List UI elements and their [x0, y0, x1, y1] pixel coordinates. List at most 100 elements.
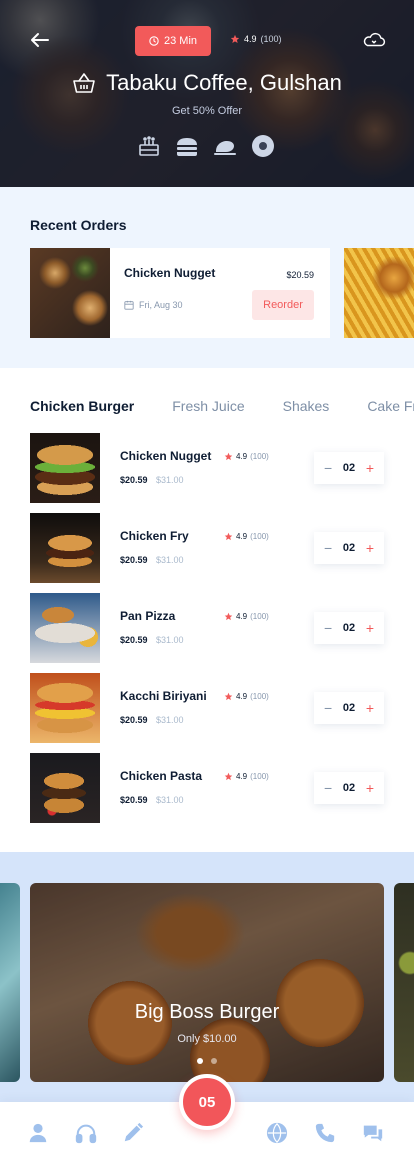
cloud-icon[interactable]	[362, 30, 386, 50]
donut-icon[interactable]	[250, 133, 276, 159]
promo-card-next[interactable]	[394, 883, 414, 1082]
quantity-value: 02	[342, 542, 356, 554]
chicken-icon[interactable]	[212, 133, 238, 159]
menu-item-rating: 4.9 (100)	[224, 452, 269, 461]
order-image	[30, 248, 110, 338]
quantity-stepper: − 02 +	[314, 532, 384, 564]
tab-shakes[interactable]: Shakes	[283, 398, 330, 414]
star-icon	[224, 612, 233, 621]
menu-item-name: Kacchi Biriyani	[120, 689, 207, 703]
restaurant-title-row: Tabaku Coffee, Gulshan	[0, 70, 414, 96]
increase-button[interactable]: +	[366, 700, 374, 716]
increase-button[interactable]: +	[366, 780, 374, 796]
quantity-stepper: − 02 +	[314, 452, 384, 484]
menu-item-image	[30, 513, 100, 583]
order-name: Chicken Nugget	[124, 266, 216, 280]
rating-value: 4.9	[236, 452, 248, 461]
menu-item[interactable]: Chicken Nugget 4.9 (100) $20.59 $31.00 −…	[30, 433, 384, 503]
star-icon	[224, 452, 233, 461]
category-icons	[136, 133, 276, 159]
menu-item-price: $20.59	[120, 555, 148, 565]
menu-item[interactable]: Pan Pizza 4.9 (100) $20.59 $31.00 − 02 +	[30, 593, 384, 663]
decrease-button[interactable]: −	[324, 700, 332, 716]
rating-count: (100)	[250, 772, 269, 781]
menu-item-old-price: $31.00	[156, 475, 184, 485]
menu-item-rating: 4.9 (100)	[224, 532, 269, 541]
menu-item-name: Pan Pizza	[120, 609, 176, 623]
increase-button[interactable]: +	[366, 620, 374, 636]
promo-carousel: Big Boss Burger Only $10.00	[0, 852, 414, 1102]
menu-section: Chicken Burger Fresh Juice Shakes Cake F…	[0, 368, 414, 852]
decrease-button[interactable]: −	[324, 540, 332, 556]
carousel-dot[interactable]	[197, 1058, 203, 1064]
promo-subtitle: Only $10.00	[177, 1033, 237, 1045]
menu-item[interactable]: Chicken Fry 4.9 (100) $20.59 $31.00 − 02…	[30, 513, 384, 583]
tab-cake[interactable]: Cake Fr	[367, 398, 414, 414]
delivery-time-badge: 23 Min	[135, 26, 211, 56]
calendar-icon	[124, 300, 134, 310]
menu-item-image	[30, 673, 100, 743]
restaurant-name: Tabaku Coffee, Gulshan	[106, 70, 342, 95]
rating-count: (100)	[250, 532, 269, 541]
rating-value: 4.9	[244, 34, 257, 44]
quantity-value: 02	[342, 702, 356, 714]
order-price: $20.59	[286, 270, 314, 280]
rating-value: 4.9	[236, 612, 248, 621]
decrease-button[interactable]: −	[324, 620, 332, 636]
reorder-button[interactable]: Reorder	[252, 290, 314, 320]
recent-order-card[interactable]: Chicken Nugget $20.59 Fri, Aug 30 Reorde…	[30, 248, 330, 338]
headphones-icon[interactable]	[75, 1122, 97, 1144]
menu-item-rating: 4.9 (100)	[224, 692, 269, 701]
cake-icon[interactable]	[136, 133, 162, 159]
tab-chicken-burger[interactable]: Chicken Burger	[30, 398, 134, 414]
star-icon	[230, 34, 240, 43]
promo-card-prev[interactable]	[0, 883, 20, 1082]
order-date-text: Fri, Aug 30	[139, 300, 183, 310]
decrease-button[interactable]: −	[324, 780, 332, 796]
menu-item[interactable]: Kacchi Biriyani 4.9 (100) $20.59 $31.00 …	[30, 673, 384, 743]
quantity-value: 02	[342, 462, 356, 474]
promo-card[interactable]: Big Boss Burger Only $10.00	[30, 883, 384, 1082]
quantity-stepper: − 02 +	[314, 612, 384, 644]
star-icon	[224, 532, 233, 541]
menu-item[interactable]: Chicken Pasta 4.9 (100) $20.59 $31.00 − …	[30, 753, 384, 823]
globe-icon[interactable]	[266, 1122, 288, 1144]
phone-icon[interactable]	[314, 1122, 336, 1144]
pencil-icon[interactable]	[122, 1122, 144, 1144]
recent-orders-section: Recent Orders Chicken Nugget $20.59 Fri,…	[0, 187, 414, 368]
order-date: Fri, Aug 30	[124, 300, 183, 310]
menu-item-image	[30, 433, 100, 503]
clock-icon	[149, 36, 159, 46]
star-icon	[224, 692, 233, 701]
burger-icon[interactable]	[174, 133, 200, 159]
rating-value: 4.9	[236, 772, 248, 781]
menu-item-price: $20.59	[120, 715, 148, 725]
menu-item-rating: 4.9 (100)	[224, 612, 269, 621]
offer-text: Get 50% Offer	[171, 105, 243, 117]
menu-item-price: $20.59	[120, 795, 148, 805]
star-icon	[224, 772, 233, 781]
menu-item-image	[30, 593, 100, 663]
decrease-button[interactable]: −	[324, 460, 332, 476]
menu-item-old-price: $31.00	[156, 715, 184, 725]
quantity-value: 02	[342, 622, 356, 634]
back-arrow-icon[interactable]	[28, 28, 52, 52]
tab-fresh-juice[interactable]: Fresh Juice	[172, 398, 244, 414]
menu-item-name: Chicken Nugget	[120, 449, 212, 463]
rating-value: 4.9	[236, 692, 248, 701]
increase-button[interactable]: +	[366, 460, 374, 476]
menu-item-old-price: $31.00	[156, 555, 184, 565]
quantity-value: 02	[342, 782, 356, 794]
user-icon[interactable]	[27, 1122, 49, 1144]
increase-button[interactable]: +	[366, 540, 374, 556]
rating-value: 4.9	[236, 532, 248, 541]
quantity-stepper: − 02 +	[314, 772, 384, 804]
restaurant-rating: 4.9 (100)	[230, 34, 282, 44]
delivery-time-text: 23 Min	[163, 35, 198, 47]
menu-item-price: $20.59	[120, 475, 148, 485]
chat-icon[interactable]	[362, 1122, 384, 1144]
recent-order-card-next[interactable]	[344, 248, 414, 338]
category-tabs: Chicken Burger Fresh Juice Shakes Cake F…	[30, 398, 414, 414]
carousel-dot[interactable]	[211, 1058, 217, 1064]
cart-count-button[interactable]: 05	[179, 1074, 235, 1130]
